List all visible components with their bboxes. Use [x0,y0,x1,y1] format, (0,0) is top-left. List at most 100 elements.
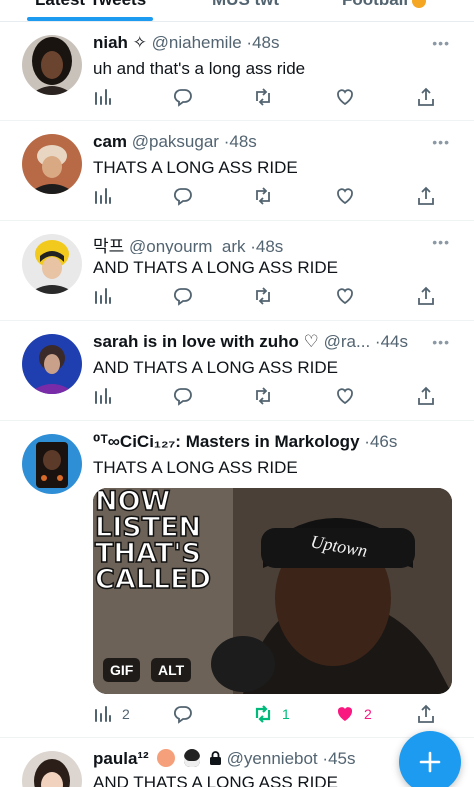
tweet[interactable]: cam @paksugar ·48s ••• THATS A LONG ASS … [0,122,474,221]
retweet-icon [255,705,271,723]
views-button[interactable] [93,284,113,308]
tweet-text: AND THATS A LONG ASS RIDE [93,358,338,377]
avatar[interactable] [22,334,82,394]
avatar[interactable] [22,134,82,194]
views-icon [95,706,111,722]
timestamp[interactable]: 45s [328,749,355,768]
share-icon [418,286,434,305]
retweet-button[interactable] [253,184,273,208]
reply-button[interactable] [173,184,193,208]
tweet[interactable]: ⁰ᵀ∞CiCi₁₂₇: Masters in Markology ·46s TH… [0,422,474,738]
display-name[interactable]: sarah is in love with zuho ♡ [93,332,319,351]
tweet-text: uh and that's a long ass ride [93,59,306,78]
views-icon [95,388,111,404]
heart-icon [337,388,353,405]
retweet-button[interactable] [253,284,273,308]
like-button[interactable]: 2 [335,702,372,726]
views-button[interactable] [93,85,113,109]
views-button[interactable] [93,184,113,208]
share-button[interactable] [416,702,436,726]
avatar[interactable] [22,434,82,494]
reply-button[interactable] [173,702,193,726]
timestamp[interactable]: 48s [252,33,279,52]
heart-icon [337,288,353,305]
share-icon [418,186,434,205]
display-name[interactable]: cam [93,132,127,151]
share-button[interactable] [416,384,436,408]
tweet-header: niah ✧ @niahemile ·48s [93,33,462,55]
reply-button[interactable] [173,284,193,308]
gif-media[interactable]: Uptown NOW LISTEN THAT'S CALLED GIF ALT [93,488,452,694]
retweet-icon [256,187,270,205]
tweet[interactable]: 막프 @onyourm_ark ·48s ••• AND THATS A LON… [0,222,474,321]
tweet-text: THATS A LONG ASS RIDE [93,158,298,177]
reply-button[interactable] [173,85,193,109]
share-button[interactable] [416,85,436,109]
compose-tweet-button[interactable] [399,731,461,787]
timestamp[interactable]: 48s [229,132,256,151]
user-handle[interactable]: @onyourm_ark [129,237,245,254]
timestamp[interactable]: 46s [370,432,397,451]
football-emoji-icon [412,0,427,8]
user-handle[interactable]: @ra... [324,332,371,351]
retweet-icon [256,387,270,405]
like-button[interactable] [335,184,355,208]
like-button[interactable] [335,85,355,109]
reply-button[interactable] [173,384,193,408]
share-button[interactable] [416,184,436,208]
avatar[interactable] [22,234,82,294]
share-button[interactable] [416,284,436,308]
user-handle[interactable]: @niahemile [152,33,242,52]
plus-icon [419,751,441,773]
alt-badge[interactable]: ALT [151,658,192,682]
views-icon [95,288,111,304]
like-button[interactable] [335,284,355,308]
views-button[interactable] [93,384,113,408]
reply-icon [173,89,192,107]
more-options-icon[interactable]: ••• [432,234,450,250]
timestamp[interactable]: 48s [256,237,283,254]
display-name[interactable]: niah ✧ [93,33,147,52]
share-icon [418,87,434,106]
tweet[interactable]: niah ✧ @niahemile ·48s ••• uh and that's… [0,23,474,121]
share-icon [418,704,434,723]
timestamp[interactable]: 44s [381,332,408,351]
tweet-header: 막프 @onyourm_ark ·48s [93,232,462,254]
more-options-icon[interactable]: ••• [432,35,450,51]
more-options-icon[interactable]: ••• [432,134,450,150]
peach-emoji-icon [157,749,176,767]
tab-latest-tweets[interactable]: Latest Tweets [35,0,146,10]
active-tab-indicator [27,17,153,21]
reply-icon [173,288,192,306]
views-count: 2 [122,706,130,722]
retweet-button[interactable] [253,85,273,109]
tab-football-label: Football [342,0,408,9]
retweet-button[interactable] [253,384,273,408]
display-name[interactable]: 막프 [93,237,124,254]
views-icon [95,188,111,204]
retweet-button[interactable]: 1 [253,702,290,726]
gif-badge[interactable]: GIF [103,658,141,682]
display-name[interactable]: paula¹² [93,749,149,768]
tweet[interactable]: sarah is in love with zuho ♡ @ra... ·44s… [0,322,474,421]
tweet-header: ⁰ᵀ∞CiCi₁₂₇: Masters in Markology ·46s [93,432,462,454]
share-icon [418,386,434,405]
like-button[interactable] [335,384,355,408]
timeline-tab-bar: Latest Tweets MUS twt Football [0,0,474,22]
display-name[interactable]: ⁰ᵀ∞CiCi₁₂₇: Masters in Markology [93,432,360,451]
reply-icon [173,188,192,206]
avatar[interactable] [22,35,82,95]
like-count: 2 [364,706,372,722]
more-options-icon[interactable]: ••• [432,334,450,350]
views-button[interactable]: 2 [93,702,130,726]
reply-icon [173,706,192,724]
tweet-actions [93,184,446,208]
reply-icon [173,388,192,406]
user-handle[interactable]: @yenniebot [227,749,318,768]
tab-football[interactable]: Football [342,0,427,10]
tweet-actions: 2 1 2 [93,702,446,726]
avatar[interactable] [22,751,82,787]
tab-mus-twt[interactable]: MUS twt [212,0,279,10]
user-handle[interactable]: @paksugar [132,132,219,151]
tweet-text: AND THATS A LONG ASS RIDE [93,258,338,277]
